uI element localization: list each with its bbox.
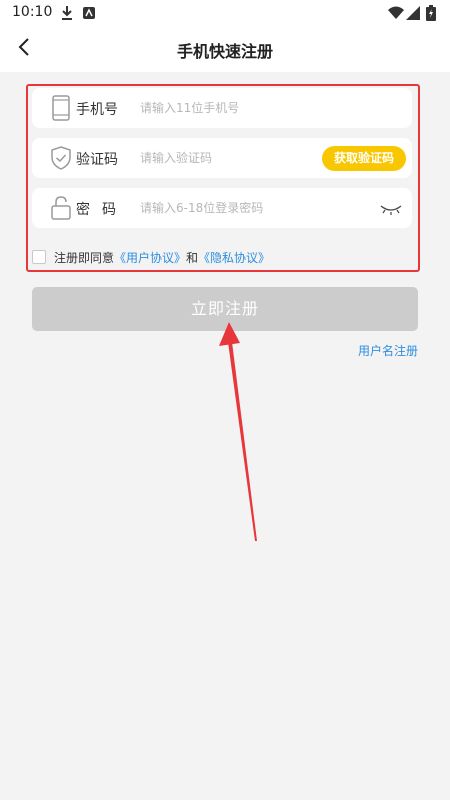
agreement-conjunction: 和: [186, 250, 199, 265]
phone-icon: [46, 93, 76, 123]
lock-icon: [46, 193, 76, 223]
wifi-icon: [388, 5, 404, 24]
get-code-button[interactable]: 获取验证码: [321, 146, 406, 171]
battery-icon: [426, 5, 436, 25]
app-icon: [82, 5, 96, 24]
agreement-checkbox[interactable]: [32, 250, 46, 264]
user-agreement-link[interactable]: 《用户协议》: [114, 249, 186, 266]
username-register-link[interactable]: 用户名注册: [358, 342, 418, 359]
eye-closed-icon[interactable]: [380, 200, 402, 219]
status-bar: 10:10: [0, 0, 450, 26]
signal-icon: [406, 5, 420, 24]
phone-label: 手机号: [76, 102, 118, 118]
code-label: 验证码: [76, 152, 118, 168]
code-input[interactable]: [140, 144, 320, 172]
agreement-row: 注册即同意 《用户协议》 和 《隐私协议》: [32, 248, 270, 266]
phone-input[interactable]: [140, 94, 320, 122]
privacy-agreement-link[interactable]: 《隐私协议》: [198, 249, 270, 266]
status-time: 10:10: [12, 4, 53, 20]
password-label: 密码: [76, 202, 128, 218]
register-button[interactable]: 立即注册: [32, 287, 418, 331]
shield-check-icon: [46, 143, 76, 173]
password-row: 密码: [32, 188, 412, 228]
phone-row: 手机号: [32, 88, 412, 128]
app-header: 手机快速注册: [0, 26, 450, 72]
password-input[interactable]: [140, 194, 320, 222]
page-title: 手机快速注册: [176, 42, 273, 61]
agreement-prefix: 注册即同意: [54, 250, 115, 265]
download-icon: [60, 5, 74, 25]
code-row: 验证码 获取验证码: [32, 138, 412, 178]
